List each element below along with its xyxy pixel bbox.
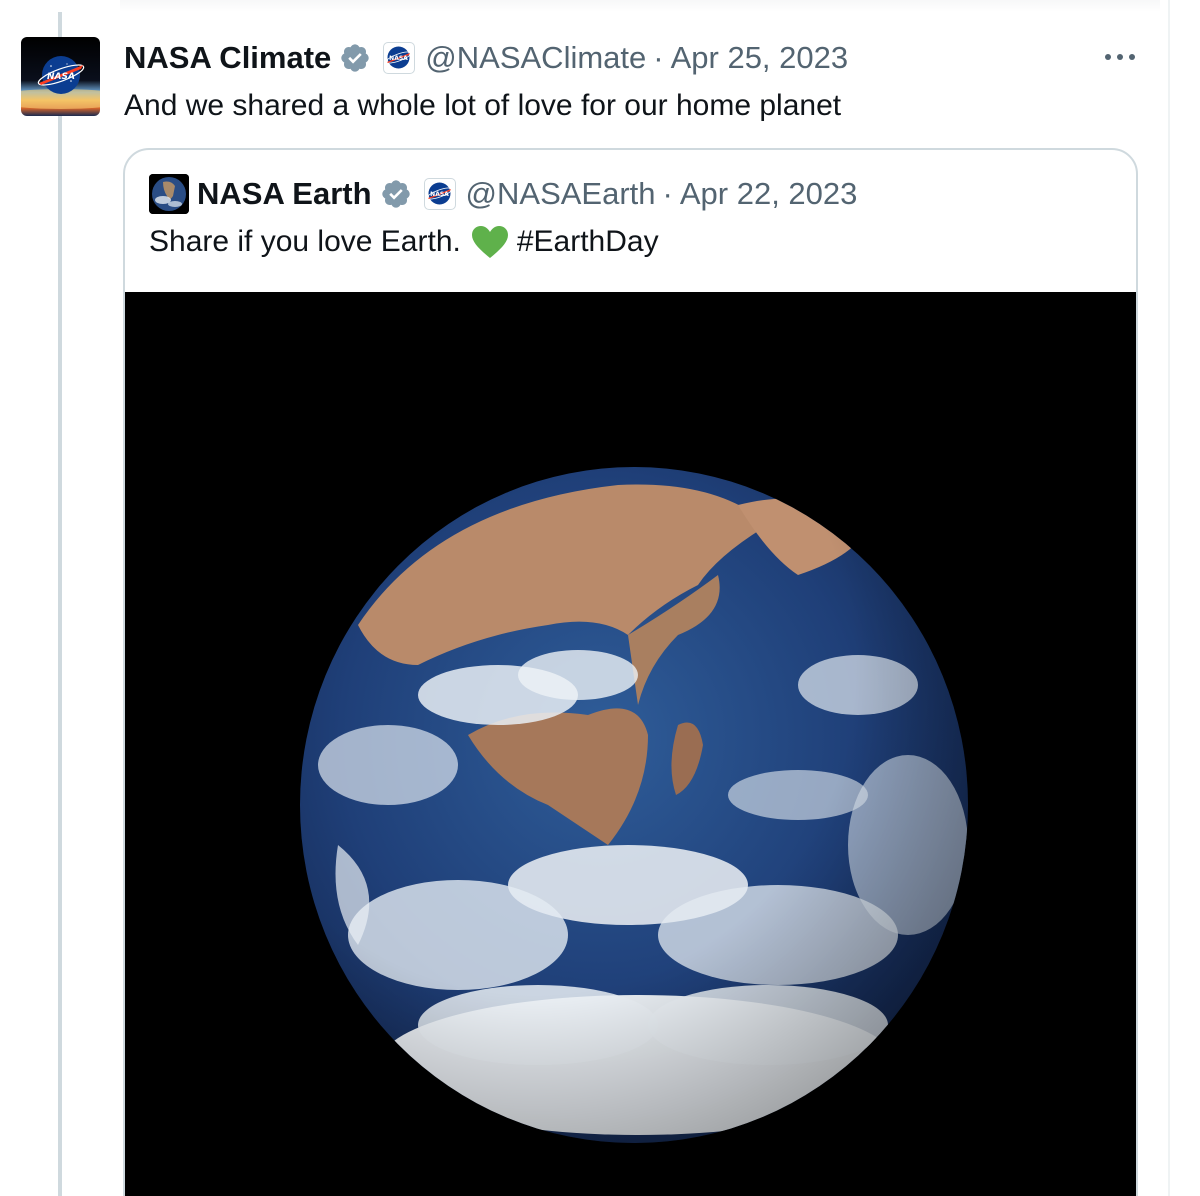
nasa-affiliate-icon[interactable]: NASA bbox=[383, 42, 416, 74]
hashtag-link[interactable]: #EarthDay bbox=[517, 222, 659, 262]
quoted-tweet-text: Share if you love Earth. #EarthDay bbox=[149, 222, 659, 262]
earth-globe-image bbox=[298, 465, 970, 1145]
earth-photo[interactable] bbox=[125, 292, 1136, 1196]
green-heart-icon bbox=[471, 225, 509, 259]
timeline-border bbox=[1168, 0, 1170, 1196]
author-handle[interactable]: @NASAClimate bbox=[425, 40, 646, 76]
tweet-header: NASA Climate NASA @NASAClimate · Apr 25,… bbox=[124, 38, 848, 78]
quoted-tweet-card[interactable]: NASA Earth NASA @NASAEarth · Apr 22, 202… bbox=[123, 148, 1138, 1196]
author-name[interactable]: NASA Climate bbox=[124, 40, 331, 76]
avatar[interactable]: NASA bbox=[21, 37, 100, 116]
verified-badge-icon[interactable] bbox=[380, 178, 412, 210]
tweet-date[interactable]: Apr 25, 2023 bbox=[671, 40, 849, 76]
quoted-tweet-date[interactable]: Apr 22, 2023 bbox=[680, 176, 858, 212]
nasa-climate-avatar-image: NASA bbox=[21, 37, 100, 116]
quoted-author-avatar[interactable] bbox=[149, 174, 189, 214]
quoted-tweet-header: NASA Earth NASA @NASAEarth · Apr 22, 202… bbox=[197, 174, 857, 214]
thread-connector-line bbox=[58, 12, 62, 1196]
quoted-author-handle[interactable]: @NASAEarth bbox=[466, 176, 656, 212]
separator-dot: · bbox=[653, 40, 664, 75]
more-options-icon[interactable] bbox=[1100, 44, 1140, 70]
quoted-text-body: Share if you love Earth. bbox=[149, 225, 461, 258]
tweet-thread-page: NASA NASA Climate NASA @NASAClimate · Ap… bbox=[0, 0, 1200, 1196]
quoted-author-name[interactable]: NASA Earth bbox=[197, 176, 372, 212]
verified-badge-icon[interactable] bbox=[339, 42, 371, 74]
separator-dot: · bbox=[662, 176, 673, 211]
nasa-logo-text: NASA bbox=[47, 72, 75, 82]
tweet-text: And we shared a whole lot of love for ou… bbox=[124, 89, 842, 122]
svg-text:NASA: NASA bbox=[389, 55, 408, 62]
nasa-affiliate-icon[interactable]: NASA bbox=[423, 178, 456, 210]
svg-text:NASA: NASA bbox=[430, 191, 449, 198]
previous-tweet-edge bbox=[120, 0, 1160, 12]
